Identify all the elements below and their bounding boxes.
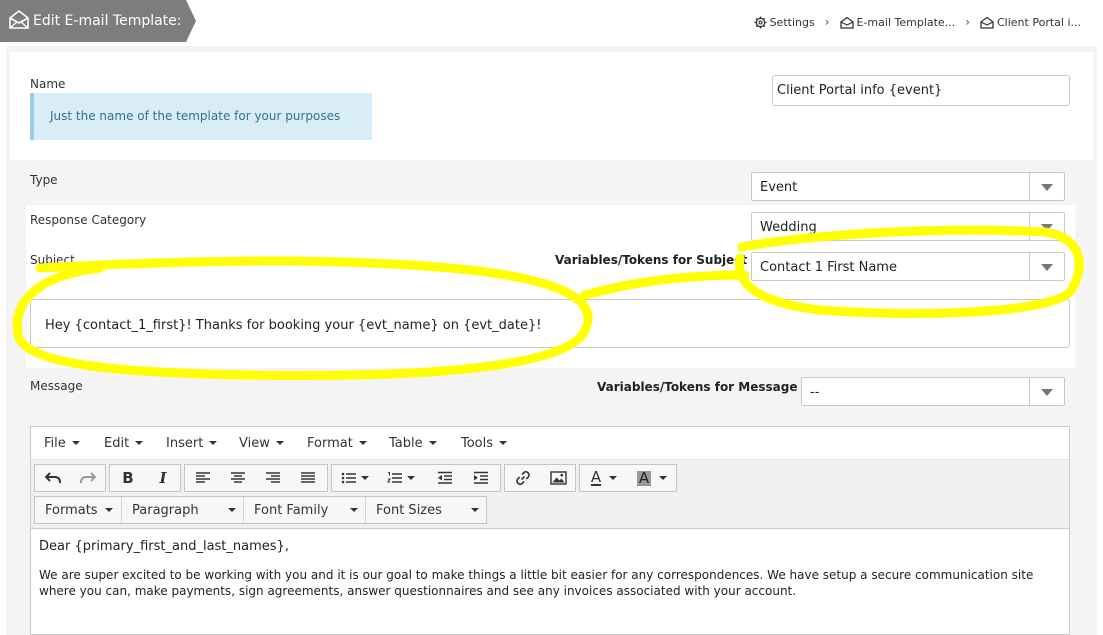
undo-icon[interactable] [36, 465, 70, 491]
numbered-list-icon[interactable] [380, 465, 422, 491]
editor-content[interactable]: Dear {primary_first_and_last_names}, We … [39, 539, 1059, 599]
name-label: Name [30, 77, 66, 91]
image-icon[interactable] [541, 465, 575, 491]
subject-label: Subject [30, 253, 75, 267]
name-help-text: Just the name of the template for your p… [30, 93, 372, 140]
page-header: Edit E-mail Template: Settings › E-mail … [0, 0, 1103, 42]
gear-icon [754, 15, 767, 29]
content-greeting: Dear {primary_first_and_last_names}, [39, 539, 289, 554]
align-center-icon[interactable] [221, 465, 255, 491]
subject-input[interactable]: Hey {contact_1_first}! Thanks for bookin… [30, 299, 1070, 348]
text-color-icon[interactable]: A [582, 465, 626, 491]
name-input[interactable]: Client Portal info {event} [772, 75, 1070, 106]
message-editor: File Edit Insert View Format Table Tools… [30, 426, 1070, 635]
breadcrumb-separator: › [965, 15, 970, 29]
subject-tokens-label: Variables/Tokens for Subject [555, 253, 748, 267]
font-family-dropdown[interactable]: Font Family [243, 497, 366, 523]
chevron-down-icon[interactable] [1029, 378, 1064, 405]
response-category-select[interactable]: Wedding [751, 212, 1065, 241]
outdent-icon[interactable] [428, 465, 462, 491]
response-category-label: Response Category [30, 213, 147, 227]
type-label: Type [30, 173, 58, 187]
menu-view[interactable]: View [239, 436, 284, 451]
menu-edit[interactable]: Edit [104, 436, 144, 451]
type-select[interactable]: Event [751, 172, 1065, 201]
insert-group [504, 464, 576, 492]
menu-insert[interactable]: Insert [166, 436, 218, 451]
menu-table[interactable]: Table [389, 436, 437, 451]
menu-format[interactable]: Format [307, 436, 367, 451]
background-color-icon[interactable]: A [630, 465, 674, 491]
formats-dropdown[interactable]: Formats [35, 497, 121, 523]
envelope-open-icon [9, 9, 29, 29]
format-dropdown-group: Formats Paragraph Font Family Font Sizes [34, 496, 487, 524]
align-right-icon[interactable] [256, 465, 290, 491]
breadcrumb-email-templates[interactable]: E-mail Template... [839, 16, 955, 29]
chevron-down-icon[interactable] [1029, 253, 1064, 280]
link-icon[interactable] [506, 465, 540, 491]
breadcrumb: Settings › E-mail Template... › Client P… [754, 15, 1081, 29]
breadcrumb-separator: › [824, 15, 830, 29]
menu-file[interactable]: File [44, 436, 80, 451]
align-justify-icon[interactable] [291, 465, 325, 491]
message-label: Message [30, 379, 83, 393]
paragraph-dropdown[interactable]: Paragraph [121, 497, 244, 523]
page-title: Edit E-mail Template: [33, 13, 182, 29]
emphasis-group: B I [109, 464, 181, 492]
history-group [34, 464, 106, 492]
list-group [331, 464, 501, 492]
envelope-icon [839, 16, 854, 29]
envelope-icon [980, 16, 994, 29]
font-sizes-dropdown[interactable]: Font Sizes [365, 497, 487, 523]
alignment-group [184, 464, 328, 492]
editor-toolbar: B I A A Formats Paragraph Font Family Fo… [31, 459, 1069, 529]
align-left-icon[interactable] [186, 465, 220, 491]
chevron-down-icon[interactable] [1029, 173, 1064, 200]
subject-tokens-select[interactable]: Contact 1 First Name [751, 252, 1065, 281]
content-paragraph: We are super excited to be working with … [39, 568, 1034, 598]
chevron-down-icon[interactable] [1029, 213, 1064, 240]
menu-tools[interactable]: Tools [461, 436, 508, 451]
page-title-tab: Edit E-mail Template: [0, 0, 196, 42]
color-group: A A [579, 464, 677, 492]
bold-icon[interactable]: B [111, 465, 145, 491]
redo-icon[interactable] [71, 465, 105, 491]
italic-icon[interactable]: I [146, 465, 180, 491]
editor-menubar: File Edit Insert View Format Table Tools [31, 427, 1069, 459]
indent-icon[interactable] [464, 465, 498, 491]
message-tokens-label: Variables/Tokens for Message [597, 380, 798, 394]
breadcrumb-current[interactable]: Client Portal i... [980, 16, 1081, 29]
message-tokens-select[interactable]: -- [801, 377, 1065, 406]
breadcrumb-settings[interactable]: Settings [754, 16, 815, 29]
bullet-list-icon[interactable] [334, 465, 376, 491]
